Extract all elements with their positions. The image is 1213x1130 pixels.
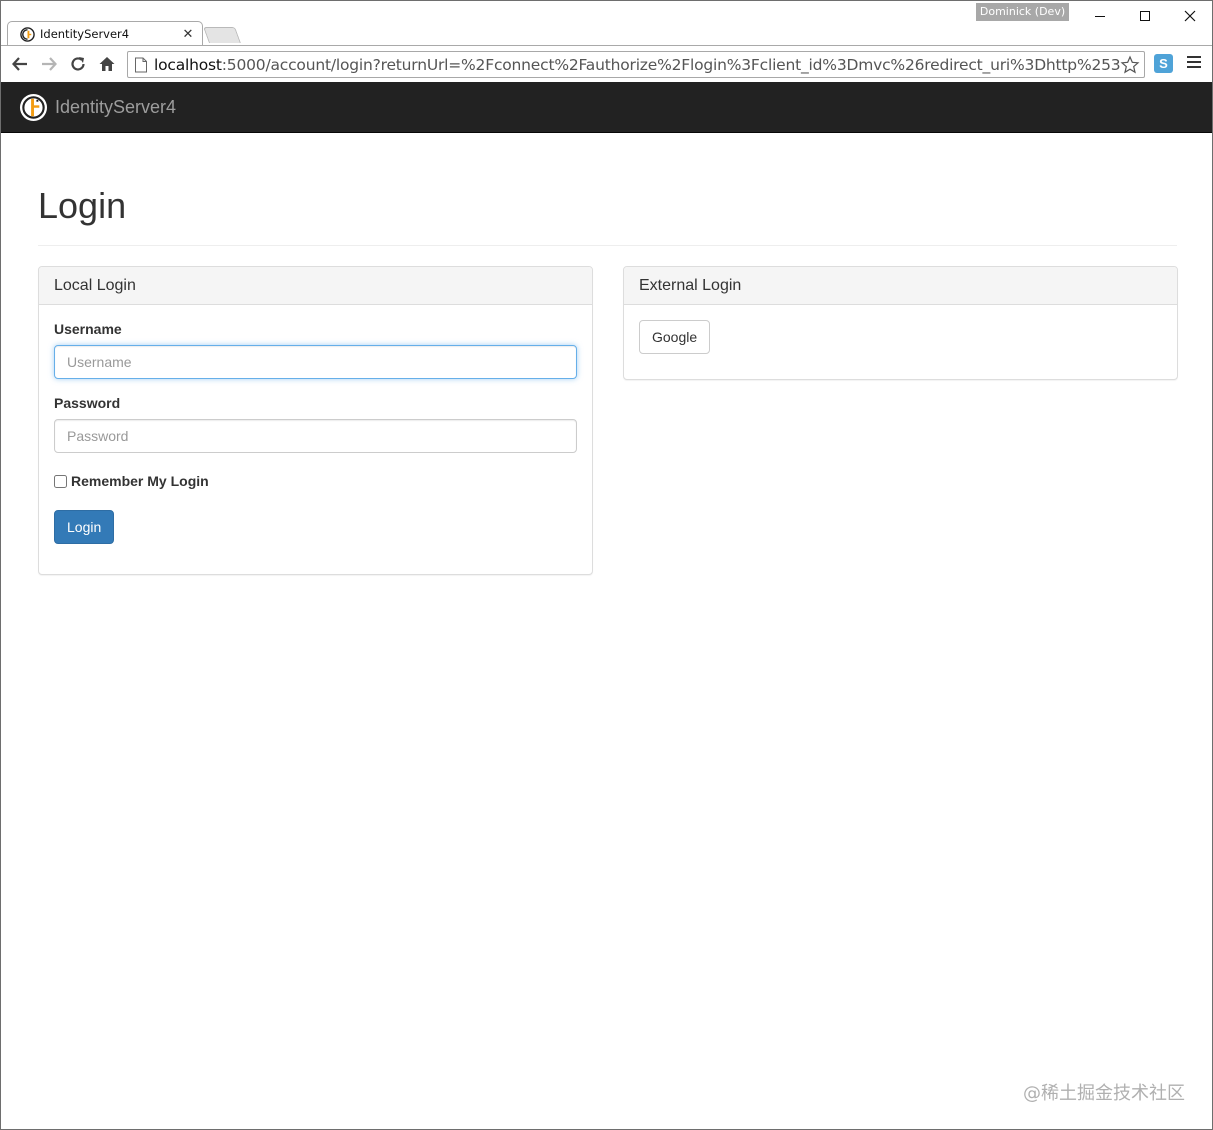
watermark: @稀土掘金技术社区 bbox=[1023, 1083, 1185, 1104]
page-icon bbox=[135, 57, 147, 72]
page-header: Login bbox=[38, 176, 1177, 246]
username-input[interactable] bbox=[54, 345, 577, 379]
page-title: Login bbox=[38, 185, 127, 226]
bookmark-star-icon[interactable] bbox=[1120, 54, 1140, 75]
google-login-button[interactable]: Google bbox=[639, 320, 711, 354]
navbar-brand[interactable]: IdentityServer4 bbox=[19, 92, 176, 122]
remember-login-label[interactable]: Remember My Login bbox=[71, 473, 209, 489]
maximize-icon bbox=[1139, 11, 1150, 21]
tab-close-icon[interactable]: ✕ bbox=[180, 27, 196, 42]
forward-button[interactable] bbox=[38, 53, 60, 75]
brand-text: IdentityServer4 bbox=[55, 96, 177, 117]
url-text[interactable]: localhost:5000/account/login?returnUrl=%… bbox=[154, 56, 1120, 74]
password-input[interactable] bbox=[54, 419, 577, 453]
username-group: Username bbox=[54, 320, 577, 379]
close-window-button[interactable] bbox=[1167, 1, 1212, 31]
url-path: :5000/account/login?returnUrl=%2Fconnect… bbox=[221, 55, 1120, 74]
remember-login-row[interactable]: Remember My Login bbox=[54, 471, 577, 491]
minimize-button[interactable] bbox=[1077, 1, 1122, 31]
arrow-right-icon bbox=[42, 57, 57, 71]
close-icon bbox=[1184, 10, 1195, 22]
tab-identityserver4[interactable]: IdentityServer4 ✕ bbox=[7, 21, 203, 46]
password-group: Password bbox=[54, 394, 577, 453]
arrow-left-icon bbox=[12, 57, 27, 71]
external-login-heading: External Login bbox=[624, 267, 1177, 305]
back-button[interactable] bbox=[9, 53, 31, 75]
username-label: Username bbox=[54, 321, 122, 337]
identityserver-logo-icon bbox=[19, 93, 48, 121]
identityserver-favicon-icon bbox=[20, 26, 35, 42]
local-login-form: Username Password Remember My Login Logi… bbox=[39, 305, 592, 559]
external-login-panel: External Login Google bbox=[623, 266, 1178, 380]
login-button[interactable]: Login bbox=[54, 510, 115, 544]
profile-badge[interactable]: Dominick (Dev) bbox=[976, 3, 1069, 21]
password-label: Password bbox=[54, 395, 121, 411]
menu-icon[interactable] bbox=[1187, 56, 1201, 70]
external-providers: Google bbox=[624, 305, 1177, 369]
remember-login-checkbox[interactable] bbox=[54, 474, 67, 488]
minimize-icon bbox=[1094, 15, 1105, 17]
reload-button[interactable] bbox=[67, 53, 89, 75]
local-login-panel: Local Login Username Password Remember M… bbox=[38, 266, 593, 575]
navbar: IdentityServer4 bbox=[1, 82, 1212, 133]
home-icon bbox=[99, 57, 115, 71]
new-tab-button[interactable] bbox=[203, 27, 241, 43]
maximize-button[interactable] bbox=[1122, 1, 1167, 31]
url-host: localhost bbox=[154, 55, 222, 74]
browser-window: Dominick (Dev) IdentityServer4 ✕ localho… bbox=[0, 0, 1213, 1130]
browser-toolbar: localhost:5000/account/login?returnUrl=%… bbox=[1, 46, 1212, 82]
tab-title: IdentityServer4 bbox=[40, 27, 130, 41]
address-bar[interactable]: localhost:5000/account/login?returnUrl=%… bbox=[127, 51, 1145, 78]
extension-icon[interactable]: S bbox=[1154, 54, 1173, 73]
reload-icon bbox=[71, 57, 85, 71]
title-bar: Dominick (Dev) IdentityServer4 ✕ bbox=[1, 1, 1212, 46]
local-login-heading: Local Login bbox=[39, 267, 592, 305]
home-button[interactable] bbox=[96, 53, 118, 75]
